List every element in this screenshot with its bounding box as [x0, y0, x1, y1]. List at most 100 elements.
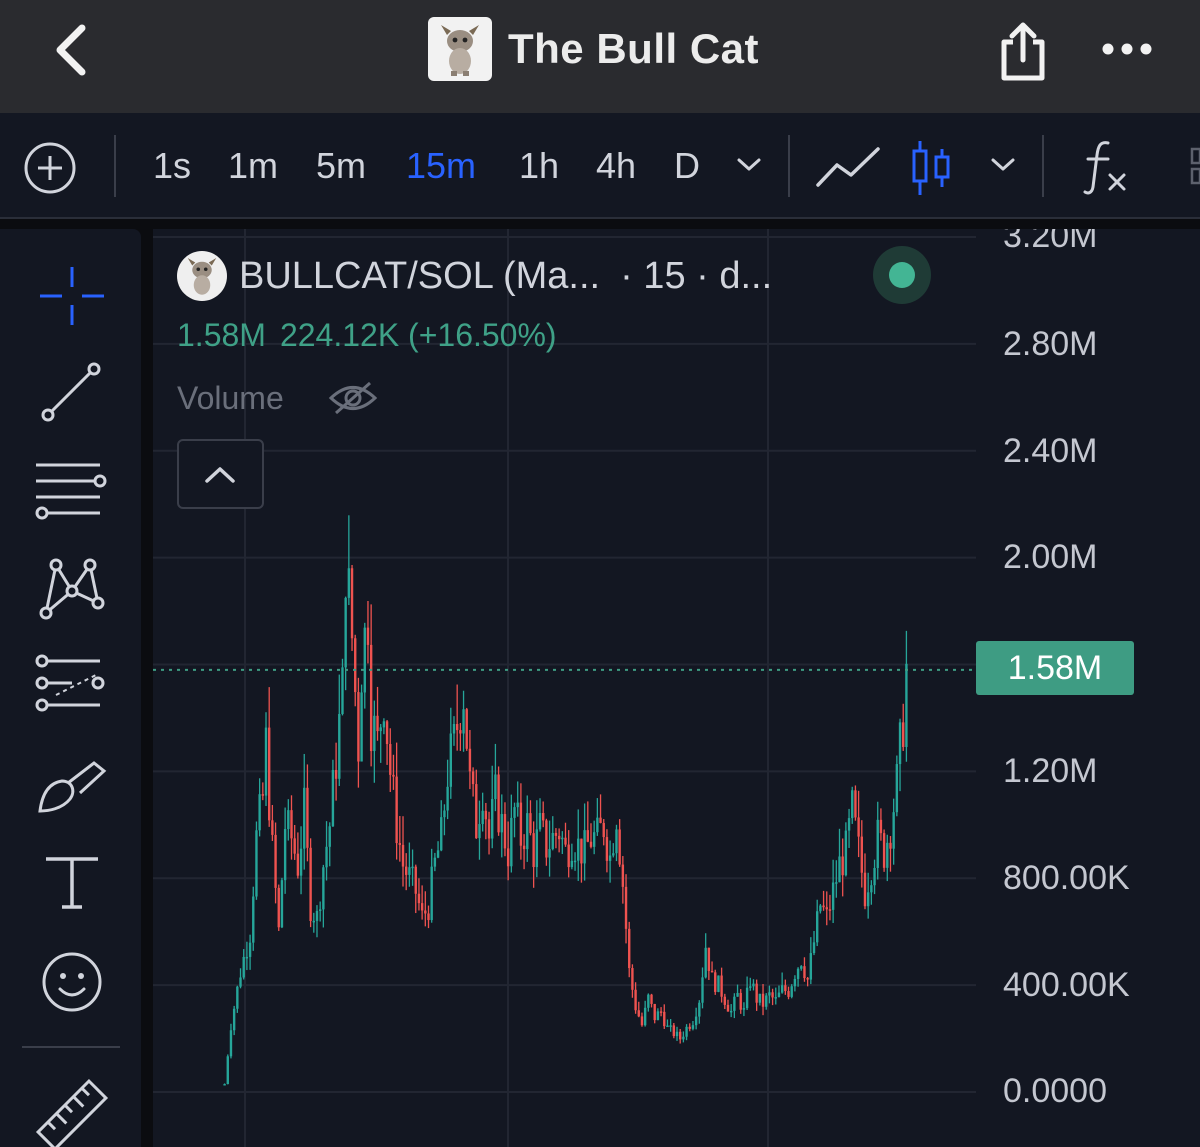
text-tool[interactable]	[32, 849, 112, 919]
candle-body	[369, 644, 373, 752]
candle-body	[602, 822, 605, 838]
candle-body	[882, 833, 886, 868]
candle	[379, 724, 382, 763]
settings-partial-icon	[1190, 147, 1200, 185]
candle	[707, 947, 711, 980]
candle	[631, 964, 634, 998]
candle	[596, 798, 599, 836]
interval-d[interactable]: D	[674, 143, 700, 189]
candle	[548, 820, 551, 877]
prediction-tool[interactable]	[32, 653, 112, 723]
candle	[656, 1008, 660, 1021]
candle	[761, 984, 765, 1016]
candle-body	[455, 724, 459, 731]
crosshair-tool[interactable]	[32, 261, 112, 331]
partial-toolbar-icon[interactable]	[1186, 147, 1200, 187]
candle	[436, 841, 440, 859]
measure-tool[interactable]	[32, 1075, 112, 1147]
trend-line-tool[interactable]	[32, 359, 112, 429]
pattern-tool[interactable]	[32, 555, 112, 625]
emoji-tool[interactable]	[32, 947, 112, 1017]
candle-body	[280, 880, 284, 928]
candle	[902, 703, 905, 751]
line-chart-type-button[interactable]	[815, 143, 881, 198]
candle	[812, 930, 816, 956]
interval-15m[interactable]: 15m	[406, 143, 476, 189]
candle-body	[392, 774, 395, 777]
candle-body	[551, 832, 554, 850]
more-options-button[interactable]	[1100, 34, 1154, 64]
candle	[624, 874, 628, 944]
candle	[331, 759, 335, 827]
candle-body	[506, 848, 510, 867]
collapse-legend-button[interactable]	[177, 439, 264, 509]
candle	[838, 828, 841, 883]
candle	[341, 658, 344, 716]
candle	[605, 829, 609, 873]
trend-line-icon	[41, 362, 101, 422]
candle	[487, 811, 491, 855]
candle	[691, 1021, 695, 1031]
candle-body	[691, 1025, 695, 1029]
interval-dropdown-button[interactable]	[736, 157, 762, 178]
candle	[577, 809, 580, 881]
candle-body	[239, 977, 242, 987]
candle	[774, 987, 777, 1005]
candle-body	[532, 833, 535, 868]
chart-pane[interactable]: BULLCAT/SOL (Ma... · 15 · d... 1.58M 224.…	[153, 229, 1200, 1147]
interval-5m[interactable]: 5m	[316, 143, 366, 189]
candle-body	[570, 860, 574, 868]
token-avatar	[428, 17, 492, 81]
interval-1h[interactable]: 1h	[519, 143, 559, 189]
candle-body	[726, 1004, 730, 1012]
brush-tool[interactable]	[32, 751, 112, 821]
candle-body	[653, 1003, 656, 1021]
candle	[889, 836, 892, 872]
eye-off-icon[interactable]	[328, 379, 378, 417]
candle-chart-type-button[interactable]	[910, 139, 952, 202]
back-button[interactable]	[48, 22, 98, 78]
fib-retracement-tool[interactable]	[32, 457, 112, 527]
candle-body	[758, 993, 762, 1003]
candle-body	[707, 947, 711, 971]
candle	[255, 821, 258, 900]
candle	[401, 816, 405, 887]
candle-body	[809, 953, 813, 980]
symbol-name[interactable]: BULLCAT/SOL (Ma...	[239, 255, 600, 298]
candle-body	[796, 968, 800, 979]
candle-body	[404, 866, 408, 875]
candle	[669, 1019, 672, 1032]
candle	[411, 849, 414, 886]
indicators-button[interactable]	[1082, 137, 1130, 202]
candle-body	[596, 817, 599, 833]
candle	[449, 707, 453, 799]
interval-1s[interactable]: 1s	[153, 143, 191, 189]
candle-body	[283, 829, 287, 881]
candle	[404, 853, 408, 891]
candle-body	[229, 1030, 233, 1057]
status-dot-icon	[889, 262, 915, 288]
candle	[694, 1007, 698, 1030]
market-status-indicator[interactable]	[873, 246, 931, 304]
brush-icon	[38, 761, 107, 813]
candle	[570, 843, 574, 870]
candle	[589, 823, 593, 849]
xabcd-pattern-icon	[39, 558, 105, 620]
candle	[809, 937, 813, 985]
candle-body	[497, 774, 500, 833]
candle	[567, 830, 570, 878]
candle	[682, 1031, 685, 1043]
candle	[239, 968, 242, 989]
candle	[223, 1083, 226, 1086]
interval-4h[interactable]: 4h	[596, 143, 636, 189]
share-button[interactable]	[996, 20, 1050, 82]
candle	[640, 1012, 644, 1027]
interval-1m[interactable]: 1m	[228, 143, 278, 189]
add-indicator-button[interactable]	[22, 140, 78, 201]
candle	[688, 1023, 691, 1032]
chart-type-dropdown-button[interactable]	[990, 157, 1016, 178]
candle	[771, 988, 774, 1006]
ruler-icon	[35, 1078, 109, 1147]
candle-body	[248, 942, 252, 957]
line-chart-icon	[816, 147, 880, 187]
